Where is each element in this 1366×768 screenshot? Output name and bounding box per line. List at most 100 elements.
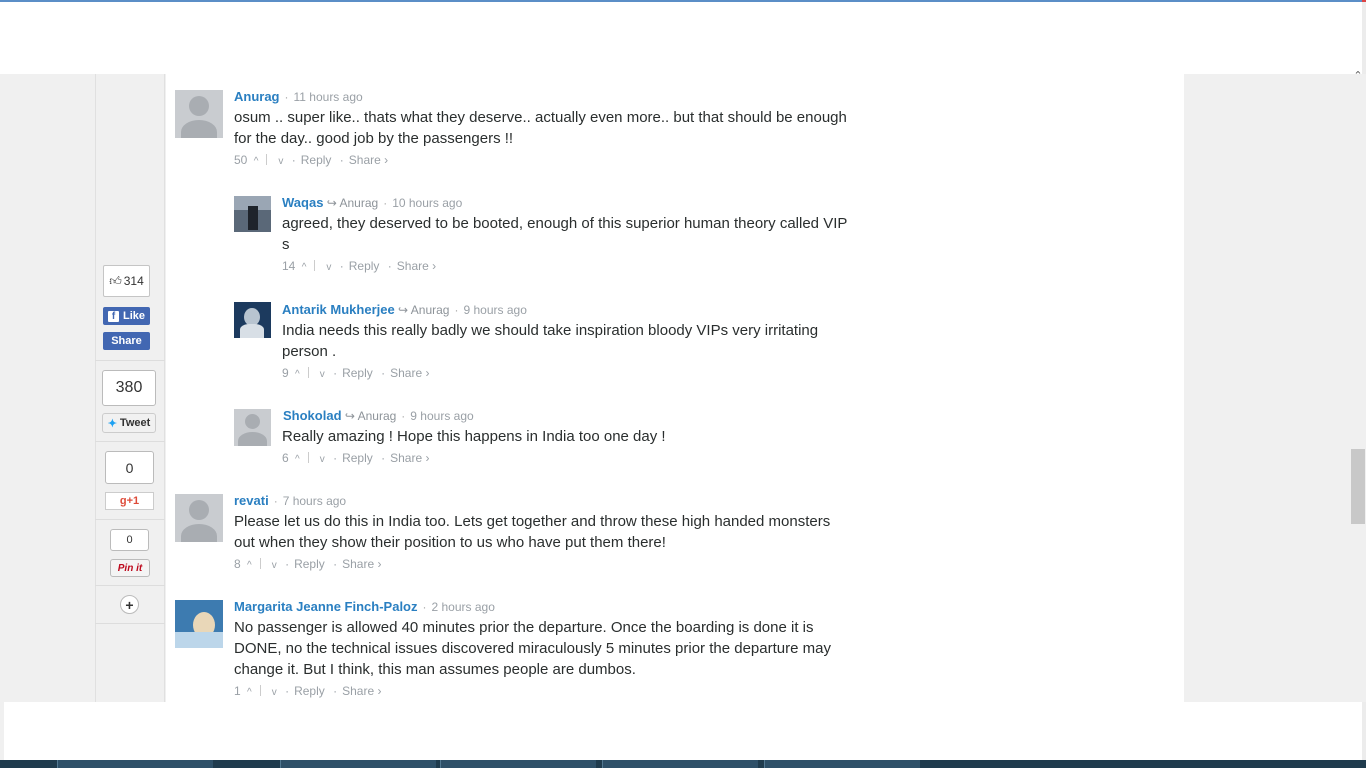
comment-author[interactable]: Antarik Mukherjee: [282, 302, 395, 317]
facebook-like-button[interactable]: f Like: [103, 307, 150, 325]
more-share-button[interactable]: +: [120, 595, 139, 614]
comment-meta: Antarik Mukherjee ↪ Anurag · 9 hours ago: [282, 302, 527, 317]
upvote-icon[interactable]: ^: [254, 156, 259, 167]
comment-author[interactable]: revati: [234, 493, 269, 508]
upvote-icon[interactable]: ^: [247, 560, 252, 571]
rail-divider: [95, 585, 165, 586]
reply-to-author[interactable]: Anurag: [411, 303, 450, 317]
avatar[interactable]: [234, 409, 271, 446]
comment-time[interactable]: 9 hours ago: [410, 409, 473, 423]
reply-link[interactable]: Reply: [342, 451, 373, 465]
taskbar-item[interactable]: [764, 760, 920, 768]
comment-author[interactable]: Anurag: [234, 89, 280, 104]
upvote-icon[interactable]: ^: [247, 687, 252, 698]
share-link[interactable]: Share: [397, 259, 429, 273]
downvote-icon[interactable]: v: [272, 560, 277, 571]
site-header: [0, 2, 1362, 74]
downvote-icon[interactable]: v: [320, 454, 325, 465]
scrollbar-thumb[interactable]: [1351, 449, 1365, 524]
avatar[interactable]: [175, 90, 223, 138]
downvote-icon[interactable]: v: [326, 262, 331, 273]
comment-text: agreed, they deserved to be booted, enou…: [282, 215, 848, 253]
vote-count: 14: [282, 259, 296, 273]
taskbar-item[interactable]: [440, 760, 596, 768]
vote-count: 1: [234, 684, 241, 698]
vote-count: 9: [282, 366, 289, 380]
downvote-icon[interactable]: v: [278, 156, 283, 167]
reply-link[interactable]: Reply: [301, 153, 332, 167]
upvote-icon[interactable]: ^: [302, 262, 307, 273]
comment-author[interactable]: Waqas: [282, 195, 323, 210]
right-gutter: [1184, 74, 1350, 702]
taskbar-item[interactable]: [602, 760, 758, 768]
gplus-icon: g: [119, 495, 127, 507]
comment-author[interactable]: Margarita Jeanne Finch-Paloz: [234, 599, 418, 614]
share-link[interactable]: Share: [390, 366, 422, 380]
comment-time[interactable]: 2 hours ago: [432, 600, 495, 614]
twitter-count: 380: [102, 370, 156, 406]
share-link[interactable]: Share: [390, 451, 422, 465]
rail-divider: [95, 623, 165, 624]
os-taskbar: [0, 760, 1366, 768]
comment-text: osum .. super like.. thats what they des…: [234, 109, 847, 147]
comment-text: No passenger is allowed 40 minutes prior…: [234, 619, 831, 678]
vote-count: 50: [234, 153, 248, 167]
upvote-icon[interactable]: ^: [295, 369, 300, 380]
downvote-icon[interactable]: v: [272, 687, 277, 698]
chevron-right-icon: ›: [377, 557, 382, 571]
rail-divider: [95, 441, 165, 442]
scroll-up-icon[interactable]: ⌃: [1351, 70, 1365, 82]
rail-divider: [95, 360, 165, 361]
taskbar-item[interactable]: [280, 760, 436, 768]
reply-link[interactable]: Reply: [342, 366, 373, 380]
gplus-count: 0: [105, 451, 154, 484]
facebook-share-button[interactable]: Share: [103, 332, 150, 350]
reply-to-author[interactable]: Anurag: [340, 196, 379, 210]
gplus-button[interactable]: g +1: [105, 492, 154, 510]
upvote-icon[interactable]: ^: [295, 454, 300, 465]
comment-meta: Shokolad ↪ Anurag · 9 hours ago: [283, 408, 474, 423]
chevron-right-icon: ›: [425, 366, 430, 380]
tweet-button[interactable]: ✦ Tweet: [102, 413, 156, 433]
comment-meta: Waqas ↪ Anurag · 10 hours ago: [282, 195, 463, 210]
avatar[interactable]: [175, 494, 223, 542]
avatar[interactable]: [234, 302, 271, 338]
comment-text: Please let us do this in India too. Lets…: [234, 513, 831, 551]
reply-link[interactable]: Reply: [294, 684, 325, 698]
comment-time[interactable]: 7 hours ago: [283, 494, 346, 508]
comment-text: Really amazing ! Hope this happens in In…: [282, 428, 666, 445]
comment-meta: Margarita Jeanne Finch-Paloz · 2 hours ago: [234, 599, 495, 614]
thumbs-up-icon: 👍︎: [109, 273, 122, 288]
share-link[interactable]: Share: [349, 153, 381, 167]
reply-to-icon: ↪: [398, 303, 409, 317]
reply-link[interactable]: Reply: [349, 259, 380, 273]
avatar[interactable]: [234, 196, 271, 232]
facebook-icon: f: [107, 310, 119, 322]
facebook-share-count: 👍︎ 314: [103, 265, 150, 297]
rail-divider: [95, 519, 165, 520]
pinterest-pin-button[interactable]: Pin it: [110, 559, 150, 577]
comment-author[interactable]: Shokolad: [283, 408, 342, 423]
comment-text: India needs this really badly we should …: [282, 322, 819, 360]
comment-actions: 9 ^ v · Reply · Share ›: [282, 366, 430, 380]
comment-actions: 14 ^ v · Reply · Share ›: [282, 259, 437, 273]
chevron-right-icon: ›: [384, 153, 389, 167]
left-gutter: [0, 74, 95, 702]
share-link[interactable]: Share: [342, 557, 374, 571]
bottom-overlay: [4, 702, 1362, 760]
twitter-bird-icon: ✦: [107, 417, 117, 430]
comment-time[interactable]: 11 hours ago: [294, 90, 363, 104]
page-scrollbar[interactable]: [1350, 74, 1366, 702]
vote-count: 6: [282, 451, 289, 465]
taskbar-item[interactable]: [57, 760, 213, 768]
reply-link[interactable]: Reply: [294, 557, 325, 571]
chevron-right-icon: ›: [425, 451, 430, 465]
comment-meta: revati · 7 hours ago: [234, 493, 347, 508]
comment-time[interactable]: 10 hours ago: [392, 196, 462, 210]
share-link[interactable]: Share: [342, 684, 374, 698]
reply-to-author[interactable]: Anurag: [358, 409, 397, 423]
comment-time[interactable]: 9 hours ago: [463, 303, 526, 317]
chevron-right-icon: ›: [432, 259, 437, 273]
avatar[interactable]: [175, 600, 223, 648]
downvote-icon[interactable]: v: [320, 369, 325, 380]
